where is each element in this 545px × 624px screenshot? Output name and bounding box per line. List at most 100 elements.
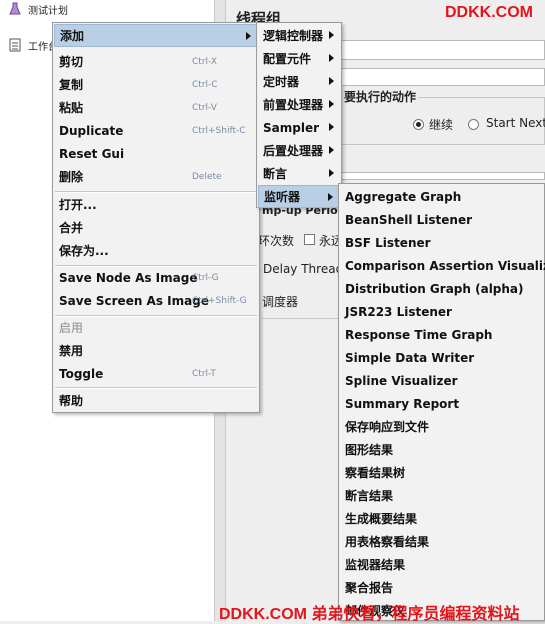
menu-item-label: Save Node As Image (59, 270, 198, 285)
listener-item[interactable]: 保存响应到文件 (340, 415, 543, 438)
menu-item-label: Comparison Assertion Visualizer (345, 258, 545, 273)
chevron-right-icon (329, 146, 334, 154)
start-next-radio[interactable] (468, 119, 479, 130)
menu-item-label: 复制 (59, 78, 84, 92)
submenu-item-listener[interactable]: 监听器 (258, 185, 340, 208)
menu-item-delete[interactable]: 删除 Delete (54, 165, 258, 188)
continue-radio-label: 继续 (429, 118, 454, 132)
submenu-item-timer[interactable]: 定时器 (258, 70, 340, 93)
menu-item-open[interactable]: 打开... (54, 193, 258, 216)
comment-field[interactable] (340, 68, 545, 86)
menu-item-reset-gui[interactable]: Reset Gui (54, 142, 258, 165)
continue-radio[interactable] (413, 119, 424, 130)
menu-item-label: JSR223 Listener (345, 304, 452, 319)
menu-item-label: Save Screen As Image (59, 293, 209, 308)
menu-item-label: 粘贴 (59, 101, 84, 115)
menu-item-save-node-as-image[interactable]: Save Node As Image Ctrl-G (54, 266, 258, 289)
listener-item[interactable]: Spline Visualizer (340, 369, 543, 392)
menu-item-label: 图形结果 (345, 443, 394, 457)
listener-item[interactable]: Simple Data Writer (340, 346, 543, 369)
menu-item-label: Duplicate (59, 123, 124, 138)
context-menu: 添加 剪切 Ctrl-X 复制 Ctrl-C 粘贴 Ctrl-V Duplica… (52, 22, 260, 413)
chevron-right-icon (329, 77, 334, 85)
listener-item[interactable]: 用表格察看结果 (340, 530, 543, 553)
listener-item[interactable]: Aggregate Graph (340, 185, 543, 208)
menu-item-label: 聚合报告 (345, 581, 394, 595)
watermark-top: DDKK.COM (445, 4, 533, 21)
submenu-item-config-element[interactable]: 配置元件 (258, 47, 340, 70)
menu-item-label: Reset Gui (59, 146, 125, 161)
menu-item-shortcut: Ctrl-V (192, 102, 217, 113)
menu-item-add[interactable]: 添加 (54, 24, 258, 47)
listener-item[interactable]: JSR223 Listener (340, 300, 543, 323)
tree-item-workbench[interactable]: 工作台 (8, 36, 58, 54)
chevron-right-icon (329, 54, 334, 62)
menu-item-label: Simple Data Writer (345, 350, 475, 365)
menu-item-label: 剪切 (59, 55, 84, 69)
listener-item[interactable]: Response Time Graph (340, 323, 543, 346)
listener-submenu: Aggregate Graph BeanShell Listener BSF L… (338, 183, 545, 621)
loop-count-label: 环次数 (258, 234, 295, 248)
delay-thread-label: Delay Thread (263, 262, 344, 276)
menu-item-label: 删除 (59, 170, 84, 184)
listener-item[interactable]: Summary Report (340, 392, 543, 415)
submenu-item-logic-controller[interactable]: 逻辑控制器 (258, 24, 340, 47)
menu-item-label: 监视器结果 (345, 558, 406, 572)
menu-item-label: Sampler (263, 120, 320, 135)
menu-item-label: 打开... (59, 198, 97, 212)
name-field[interactable] (340, 40, 545, 60)
chevron-right-icon (329, 100, 334, 108)
menu-item-save-as[interactable]: 保存为... (54, 239, 258, 262)
tree-item-test-plan[interactable]: 测试计划 (8, 0, 68, 18)
chevron-right-icon (329, 123, 334, 131)
menu-item-label: 保存响应到文件 (345, 420, 430, 434)
listener-item[interactable]: 图形结果 (340, 438, 543, 461)
submenu-item-pre-processor[interactable]: 前置处理器 (258, 93, 340, 116)
menu-item-toggle[interactable]: Toggle Ctrl-T (54, 362, 258, 385)
clipboard-icon (8, 38, 22, 52)
menu-item-label: 禁用 (59, 344, 84, 358)
menu-item-label: 后置处理器 (263, 144, 324, 158)
submenu-item-sampler[interactable]: Sampler (258, 116, 340, 139)
menu-item-label: Distribution Graph (alpha) (345, 281, 524, 296)
submenu-item-assertion[interactable]: 断言 (258, 162, 340, 185)
menu-item-label: Response Time Graph (345, 327, 493, 342)
menu-item-label: 定时器 (263, 75, 300, 89)
menu-item-label: 前置处理器 (263, 98, 324, 112)
listener-item[interactable]: 聚合报告 (340, 576, 543, 599)
menu-item-copy[interactable]: 复制 Ctrl-C (54, 73, 258, 96)
menu-item-save-screen-as-image[interactable]: Save Screen As Image Ctrl+Shift-G (54, 289, 258, 312)
menu-item-label: 断言结果 (345, 489, 394, 503)
menu-item-label: 配置元件 (263, 52, 312, 66)
listener-item[interactable]: Distribution Graph (alpha) (340, 277, 543, 300)
thread-properties-frame (340, 172, 545, 180)
start-next-radio-label: Start Next (486, 116, 545, 130)
listener-item[interactable]: Comparison Assertion Visualizer (340, 254, 545, 277)
chevron-right-icon (246, 32, 251, 40)
menu-item-label: 断言 (263, 167, 288, 181)
listener-item[interactable]: BSF Listener (340, 231, 543, 254)
listener-item[interactable]: 断言结果 (340, 484, 543, 507)
menu-item-shortcut: Ctrl-T (192, 368, 216, 379)
menu-item-duplicate[interactable]: Duplicate Ctrl+Shift-C (54, 119, 258, 142)
listener-item[interactable]: 监视器结果 (340, 553, 543, 576)
menu-item-label: Toggle (59, 366, 104, 381)
listener-item[interactable]: 生成概要结果 (340, 507, 543, 530)
menu-item-label: Summary Report (345, 396, 460, 411)
tree-item-label: 测试计划 (28, 5, 68, 17)
menu-item-paste[interactable]: 粘贴 Ctrl-V (54, 96, 258, 119)
menu-item-merge[interactable]: 合并 (54, 216, 258, 239)
menu-item-shortcut: Ctrl-X (192, 56, 217, 67)
listener-item[interactable]: 察看结果树 (340, 461, 543, 484)
menu-item-enable: 启用 (54, 316, 258, 339)
menu-item-help[interactable]: 帮助 (54, 389, 258, 412)
submenu-item-post-processor[interactable]: 后置处理器 (258, 139, 340, 162)
forever-checkbox[interactable] (304, 234, 315, 245)
menu-item-cut[interactable]: 剪切 Ctrl-X (54, 50, 258, 73)
scheduler-label: 调度器 (262, 295, 299, 309)
menu-item-disable[interactable]: 禁用 (54, 339, 258, 362)
menu-item-label: 启用 (59, 321, 84, 335)
listener-item[interactable]: BeanShell Listener (340, 208, 543, 231)
menu-item-shortcut: Ctrl+Shift-G (192, 295, 247, 306)
menu-item-label: 用表格察看结果 (345, 535, 430, 549)
